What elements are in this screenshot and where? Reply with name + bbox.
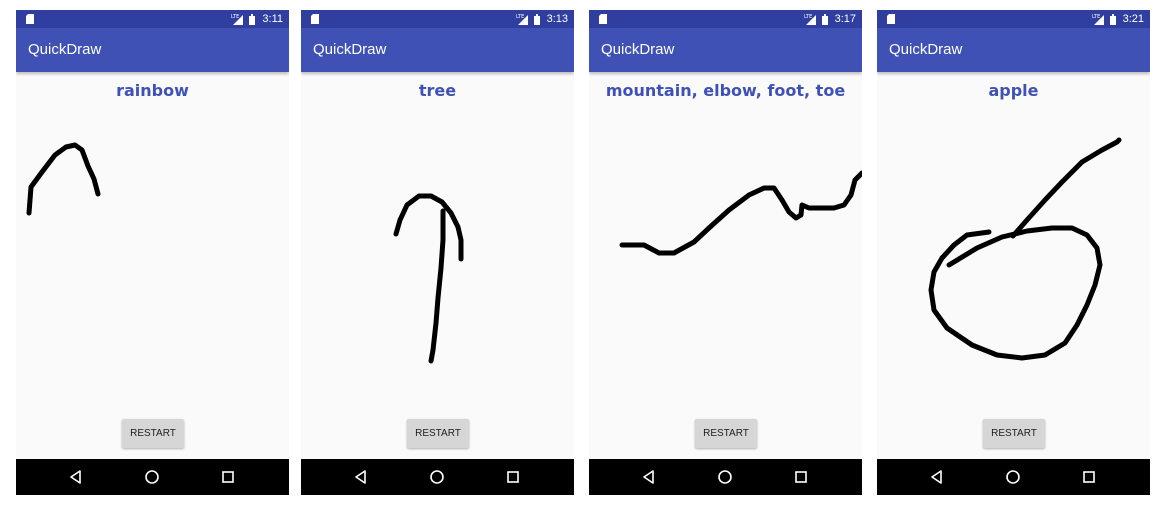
back-icon[interactable] <box>67 468 85 486</box>
sketch-stroke <box>1010 137 1122 239</box>
drawing-canvas[interactable] <box>16 110 289 410</box>
sd-card-icon <box>599 14 607 24</box>
sd-card-icon <box>887 14 895 24</box>
signal-battery-icons: LTE <box>1092 14 1116 25</box>
signal-battery-icons: LTE <box>804 14 828 25</box>
drawing-prompt: rainbow <box>116 81 189 100</box>
sd-card-icon <box>26 14 34 24</box>
home-icon[interactable] <box>428 468 446 486</box>
navigation-bar <box>301 459 574 495</box>
recents-icon[interactable] <box>1080 468 1098 486</box>
app-title: QuickDraw <box>28 41 102 58</box>
svg-text:LTE: LTE <box>231 14 239 20</box>
phone-screen-tree: LTE 3:13 QuickDraw tree RESTART <box>301 10 574 495</box>
drawing-prompt: apple <box>988 81 1039 100</box>
status-time: 3:13 <box>546 13 568 25</box>
status-bar: LTE 3:21 <box>877 10 1150 28</box>
drawing-prompt: mountain, elbow, foot, toe <box>605 81 846 100</box>
svg-text:LTE: LTE <box>1092 14 1100 20</box>
phone-screen-mountain: LTE 3:17 QuickDraw mountain, elbow, foot… <box>589 10 862 495</box>
drawing-prompt: tree <box>418 81 457 100</box>
recents-icon[interactable] <box>219 468 237 486</box>
navigation-bar <box>589 459 862 495</box>
status-bar: LTE 3:13 <box>301 10 574 28</box>
restart-button[interactable]: RESTART <box>695 419 757 448</box>
sketch-stroke <box>928 225 1103 361</box>
signal-battery-icons: LTE <box>231 14 255 25</box>
status-bar: LTE 3:17 <box>589 10 862 28</box>
sketch-stroke <box>619 170 862 256</box>
home-icon[interactable] <box>143 468 161 486</box>
restart-button[interactable]: RESTART <box>122 419 184 448</box>
phone-screen-rainbow: LTE 3:11 QuickDraw rainbow RESTART <box>16 10 289 495</box>
phone-screen-apple: LTE 3:21 QuickDraw apple RESTART <box>877 10 1150 495</box>
drawing-canvas[interactable] <box>877 110 1150 410</box>
svg-text:LTE: LTE <box>804 14 812 20</box>
status-bar: LTE 3:11 <box>16 10 289 28</box>
home-icon[interactable] <box>1004 468 1022 486</box>
home-icon[interactable] <box>716 468 734 486</box>
restart-button[interactable]: RESTART <box>407 419 469 448</box>
navigation-bar <box>877 459 1150 495</box>
back-icon[interactable] <box>640 468 658 486</box>
status-time: 3:21 <box>1122 13 1144 25</box>
status-time: 3:17 <box>834 13 856 25</box>
app-title: QuickDraw <box>601 41 675 58</box>
status-time: 3:11 <box>262 13 283 25</box>
drawing-canvas[interactable] <box>301 110 574 410</box>
app-bar: QuickDraw <box>589 28 862 72</box>
restart-button[interactable]: RESTART <box>983 419 1045 448</box>
app-title: QuickDraw <box>313 41 387 58</box>
sketch-stroke <box>26 142 101 216</box>
app-bar: QuickDraw <box>301 28 574 72</box>
drawing-canvas[interactable] <box>589 110 862 410</box>
app-title: QuickDraw <box>889 41 963 58</box>
signal-battery-icons: LTE <box>516 14 540 25</box>
recents-icon[interactable] <box>504 468 522 486</box>
recents-icon[interactable] <box>792 468 810 486</box>
navigation-bar <box>16 459 289 495</box>
app-bar: QuickDraw <box>877 28 1150 72</box>
back-icon[interactable] <box>352 468 370 486</box>
back-icon[interactable] <box>928 468 946 486</box>
svg-text:LTE: LTE <box>516 14 524 20</box>
sd-card-icon <box>311 14 319 24</box>
app-bar: QuickDraw <box>16 28 289 72</box>
sketch-stroke <box>428 208 446 364</box>
sketch-stroke <box>393 193 464 262</box>
